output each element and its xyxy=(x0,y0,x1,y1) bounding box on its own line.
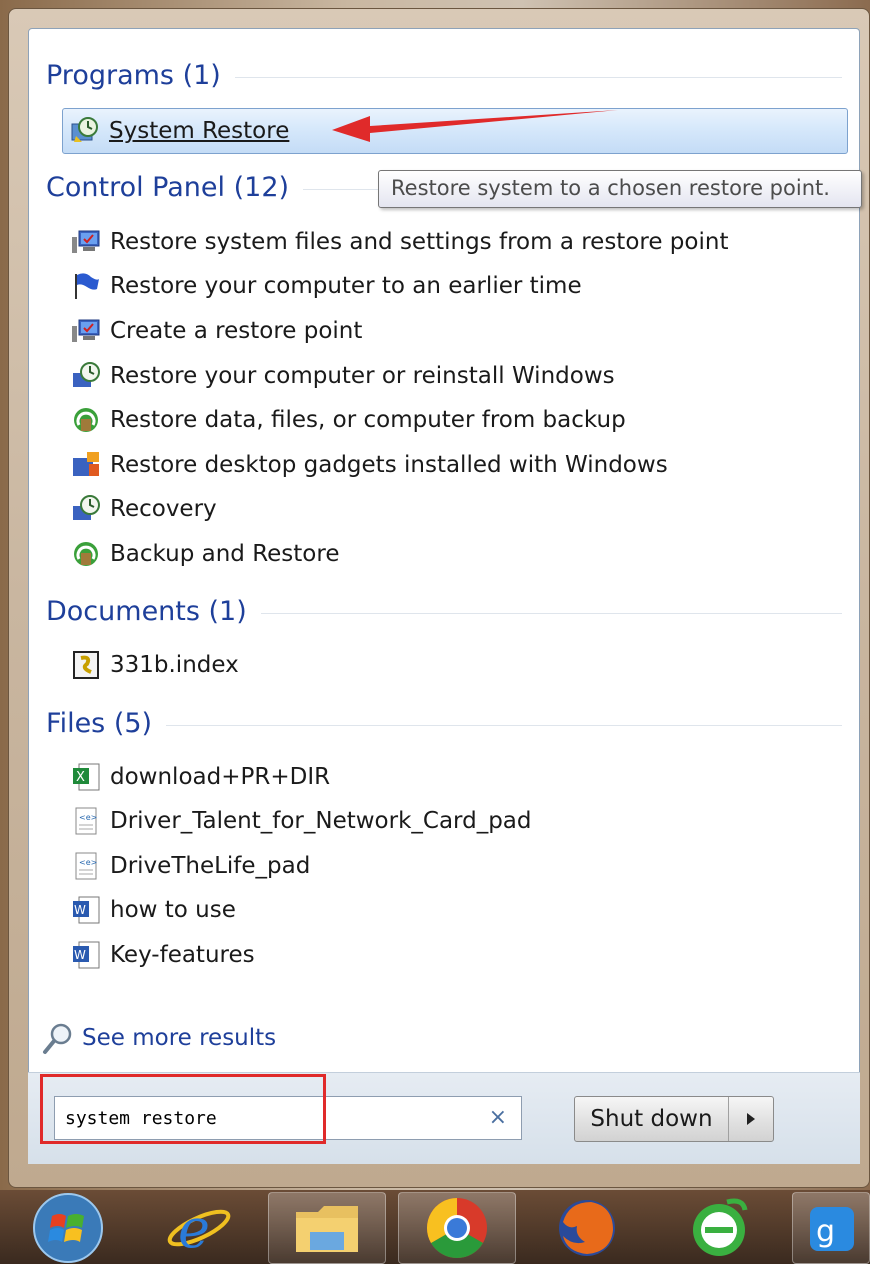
computer-monitor-icon xyxy=(70,315,102,347)
svg-text:W: W xyxy=(74,903,86,917)
start-button[interactable] xyxy=(18,1192,118,1264)
result-control-panel-item[interactable]: Create a restore point xyxy=(70,311,362,351)
blue-flag-icon xyxy=(70,270,102,302)
computer-monitor-icon xyxy=(70,226,102,258)
see-more-label: See more results xyxy=(82,1025,277,1051)
clear-search-icon[interactable]: × xyxy=(489,1105,507,1130)
group-header-files: Files (5) xyxy=(46,706,842,740)
result-label: Restore desktop gadgets installed with W… xyxy=(110,452,668,478)
result-label: Driver_Talent_for_Network_Card_pad xyxy=(110,808,532,834)
result-label: System Restore xyxy=(109,118,290,144)
word-file-icon: W xyxy=(70,939,102,971)
result-control-panel-item[interactable]: Backup and Restore xyxy=(70,534,339,574)
result-label: DriveTheLife_pad xyxy=(110,853,311,879)
chrome-icon xyxy=(426,1198,487,1259)
pad-file-icon: <e> xyxy=(70,850,102,882)
app-icon: g xyxy=(810,1207,854,1251)
see-more-results-link[interactable]: See more results xyxy=(42,1018,276,1058)
backup-restore-icon xyxy=(70,404,102,436)
search-icon xyxy=(42,1021,76,1055)
recovery-icon xyxy=(70,360,102,392)
result-control-panel-item[interactable]: Restore your computer to an earlier time xyxy=(70,266,582,306)
internet-explorer-icon: e xyxy=(167,1197,231,1259)
green-browser-icon xyxy=(693,1198,748,1256)
result-control-panel-item[interactable]: Recovery xyxy=(70,489,217,529)
result-label: Restore system files and settings from a… xyxy=(110,229,729,255)
windows-start-icon xyxy=(33,1193,103,1263)
svg-text:g: g xyxy=(816,1214,835,1249)
svg-text:<e>: <e> xyxy=(79,813,97,822)
group-title-documents: Documents (1) xyxy=(46,595,247,627)
group-header-documents: Documents (1) xyxy=(46,594,842,628)
backup-restore-icon xyxy=(70,538,102,570)
shutdown-button[interactable]: Shut down xyxy=(575,1097,729,1141)
chevron-right-icon xyxy=(747,1113,755,1125)
result-label: Restore your computer to an earlier time xyxy=(110,273,582,299)
result-label: Key-features xyxy=(110,942,255,968)
result-label: Restore data, files, or computer from ba… xyxy=(110,407,626,433)
system-restore-icon xyxy=(69,115,101,147)
taskbar-firefox[interactable] xyxy=(528,1192,646,1264)
result-label: Recovery xyxy=(110,496,217,522)
result-control-panel-item[interactable]: Restore system files and settings from a… xyxy=(70,222,728,262)
index-file-icon xyxy=(70,649,102,681)
result-label: Create a restore point xyxy=(110,318,363,344)
result-label: how to use xyxy=(110,897,236,923)
taskbar-internet-explorer[interactable]: e xyxy=(140,1192,258,1264)
taskbar-app[interactable]: g xyxy=(792,1192,870,1264)
gadgets-icon xyxy=(70,449,102,481)
taskbar-green-browser[interactable] xyxy=(660,1192,778,1264)
shutdown-options-button[interactable] xyxy=(729,1097,773,1141)
excel-file-icon: X xyxy=(70,761,102,793)
taskbar-file-explorer[interactable] xyxy=(268,1192,386,1264)
divider xyxy=(234,76,842,78)
annotation-highlight-box xyxy=(40,1074,326,1144)
result-document-item[interactable]: 331b.index xyxy=(70,645,239,685)
svg-text:W: W xyxy=(74,948,86,962)
pad-file-icon: <e> xyxy=(70,805,102,837)
result-file-item[interactable]: W Key-features xyxy=(70,935,255,975)
group-title-control-panel: Control Panel (12) xyxy=(46,171,290,203)
group-header-programs: Programs (1) xyxy=(46,58,842,92)
file-explorer-icon xyxy=(296,1206,358,1252)
result-label: Backup and Restore xyxy=(110,541,340,567)
result-control-panel-item[interactable]: Restore desktop gadgets installed with W… xyxy=(70,445,668,485)
result-label: Restore your computer or reinstall Windo… xyxy=(110,363,615,389)
divider xyxy=(260,612,842,614)
recovery-icon xyxy=(70,493,102,525)
result-label: download+PR+DIR xyxy=(110,764,331,790)
divider xyxy=(166,724,842,726)
firefox-icon xyxy=(559,1200,615,1256)
result-label: 331b.index xyxy=(110,652,239,678)
result-file-item[interactable]: W how to use xyxy=(70,890,236,930)
result-file-item[interactable]: <e> DriveTheLife_pad xyxy=(70,846,310,886)
word-file-icon: W xyxy=(70,894,102,926)
shutdown-button-group: Shut down xyxy=(574,1096,774,1142)
group-title-files: Files (5) xyxy=(46,707,153,739)
result-control-panel-item[interactable]: Restore your computer or reinstall Windo… xyxy=(70,356,615,396)
svg-text:e: e xyxy=(178,1197,210,1259)
tooltip: Restore system to a chosen restore point… xyxy=(378,170,862,208)
taskbar-chrome[interactable] xyxy=(398,1192,516,1264)
result-file-item[interactable]: <e> Driver_Talent_for_Network_Card_pad xyxy=(70,801,532,841)
svg-text:X: X xyxy=(76,770,85,785)
svg-text:<e>: <e> xyxy=(79,858,97,867)
result-file-item[interactable]: X download+PR+DIR xyxy=(70,757,330,797)
annotation-arrow xyxy=(332,110,618,142)
result-control-panel-item[interactable]: Restore data, files, or computer from ba… xyxy=(70,400,626,440)
group-title-programs: Programs (1) xyxy=(46,59,221,91)
